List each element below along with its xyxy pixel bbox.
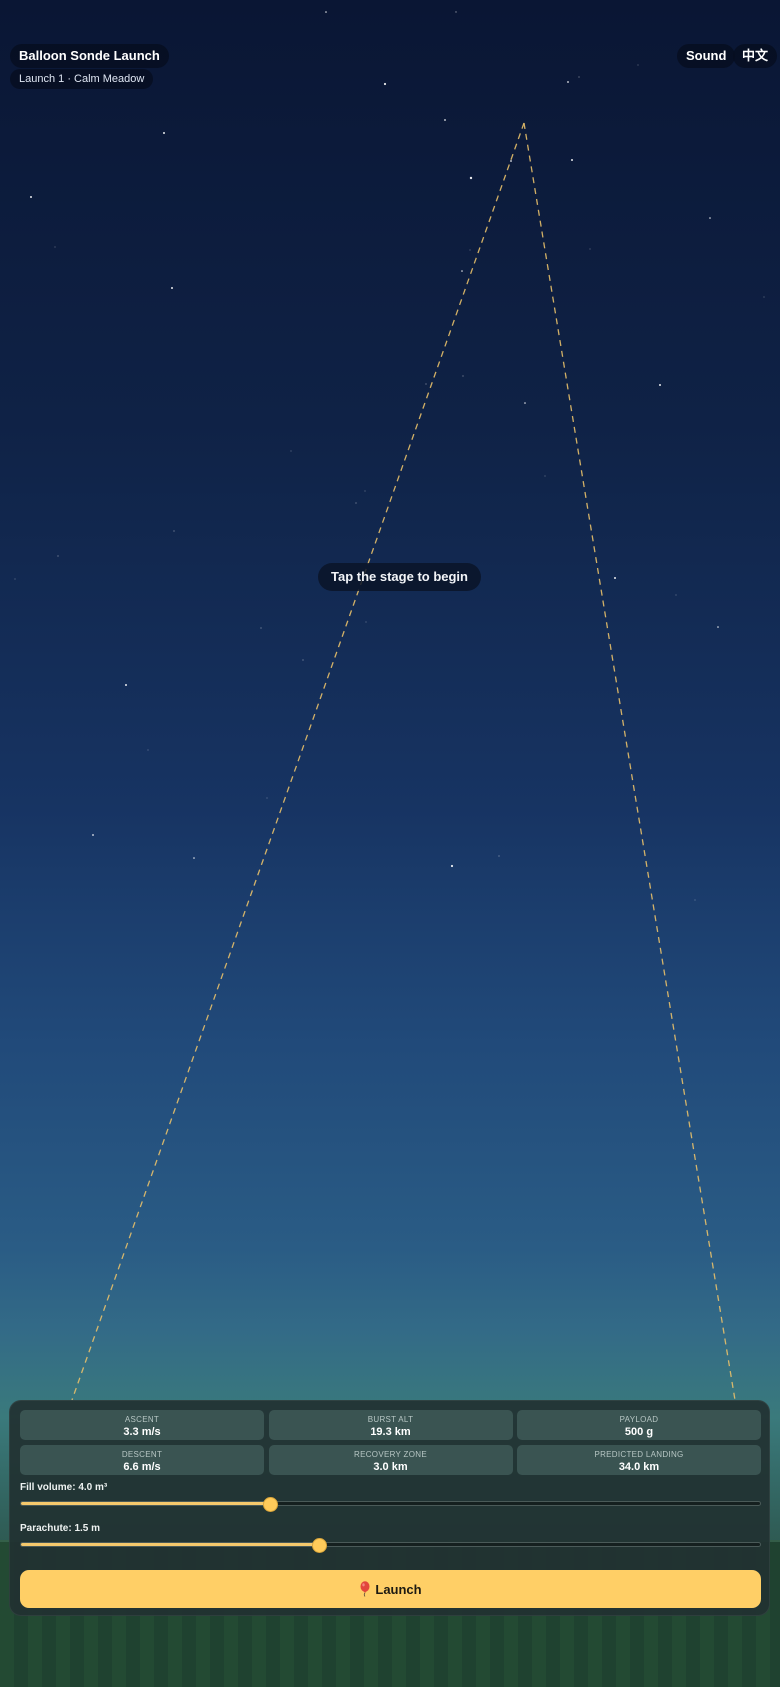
stat-recovery-zone: RECOVERY ZONE 3.0 km	[268, 1445, 513, 1475]
tap-to-begin-hint[interactable]: Tap the stage to begin	[318, 563, 481, 591]
fill-volume-thumb[interactable]	[262, 1497, 278, 1512]
stat-label: PREDICTED LANDING	[594, 1450, 684, 1459]
stat-value: 3.3 m/s	[123, 1426, 161, 1438]
language-toggle-button[interactable]: 中文	[733, 44, 778, 68]
launch-label: Launch	[375, 1581, 422, 1597]
stat-value: 3.0 km	[373, 1461, 408, 1473]
fill-volume-label: Fill volume: 4.0 m³	[20, 1482, 108, 1493]
fill-volume-slider[interactable]	[20, 1497, 761, 1512]
control-panel: ASCENT 3.3 m/s BURST ALT 19.3 km PAYLOAD…	[9, 1400, 770, 1616]
stat-label: PAYLOAD	[619, 1415, 659, 1424]
stat-label: DESCENT	[121, 1450, 163, 1459]
trajectory-left-edge	[71, 122, 525, 1401]
launch-button[interactable]: Launch	[20, 1570, 761, 1608]
stat-burst-alt: BURST ALT 19.3 km	[268, 1410, 513, 1440]
stat-descent: DESCENT 6.6 m/s	[20, 1445, 264, 1475]
parachute-label: Parachute: 1.5 m	[20, 1523, 101, 1534]
stat-payload: PAYLOAD 500 g	[517, 1410, 761, 1440]
trajectory-right-edge	[523, 122, 736, 1401]
stat-label: ASCENT	[124, 1415, 160, 1424]
stat-value: 6.6 m/s	[123, 1461, 161, 1473]
stat-value: 500 g	[624, 1426, 654, 1438]
app-title: Balloon Sonde Launch	[10, 44, 169, 68]
stat-label: RECOVERY ZONE	[354, 1450, 427, 1459]
parachute-fill	[21, 1543, 319, 1546]
fill-volume-fill	[21, 1502, 269, 1505]
parachute-thumb[interactable]	[312, 1538, 328, 1553]
stat-value: 34.0 km	[618, 1461, 660, 1473]
stat-predicted-landing: PREDICTED LANDING 34.0 km	[517, 1445, 761, 1475]
parachute-slider[interactable]	[20, 1538, 761, 1553]
stats-grid: ASCENT 3.3 m/s BURST ALT 19.3 km PAYLOAD…	[20, 1410, 761, 1475]
stat-label: BURST ALT	[367, 1415, 414, 1424]
sound-toggle-button[interactable]: Sound	[677, 44, 736, 68]
stat-ascent: ASCENT 3.3 m/s	[20, 1410, 264, 1440]
stat-value: 19.3 km	[370, 1426, 411, 1438]
launch-subtitle: Launch 1 · Calm Meadow	[10, 69, 154, 89]
balloon-icon	[360, 1581, 370, 1597]
